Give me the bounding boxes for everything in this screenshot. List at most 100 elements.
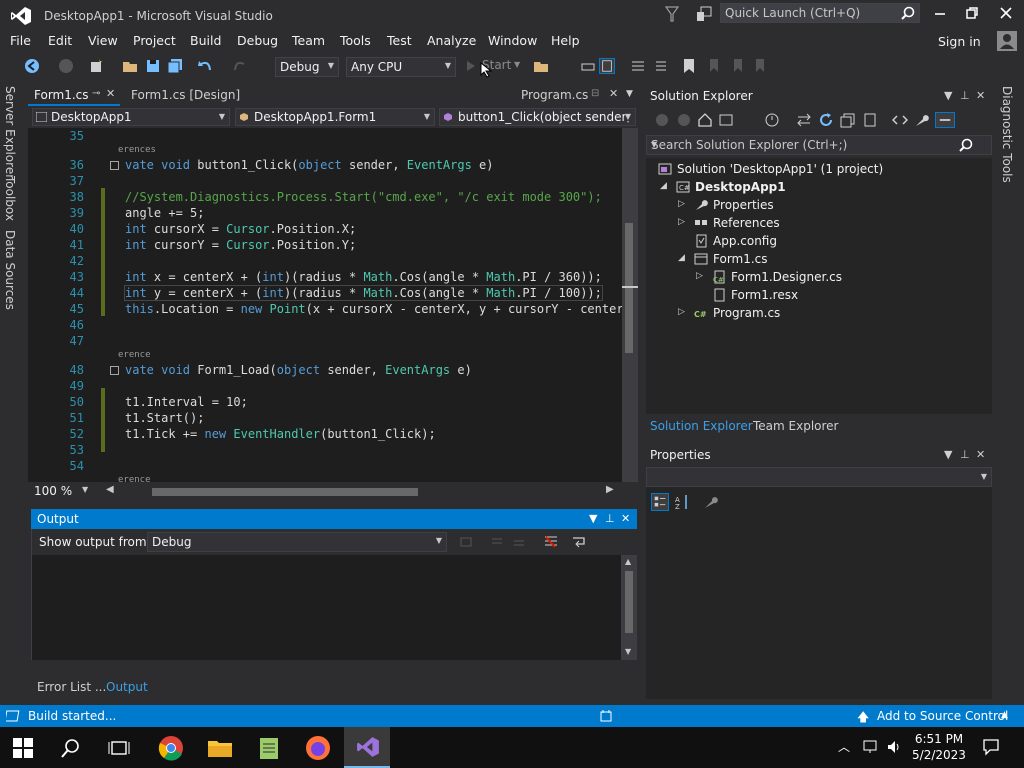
window-position-icon[interactable]: ▼ — [944, 448, 952, 461]
scroll-right-icon[interactable]: ▶ — [606, 484, 614, 495]
scroll-thumb[interactable] — [625, 571, 633, 633]
tab-list-chevron-icon[interactable]: ▼ — [626, 89, 633, 99]
switch-views-icon[interactable] — [718, 112, 734, 128]
view-code-icon[interactable] — [892, 112, 908, 128]
prev-bookmark-icon[interactable] — [706, 58, 722, 74]
menu-view[interactable]: View — [88, 33, 118, 48]
menu-build[interactable]: Build — [190, 33, 221, 48]
toolbox-tab[interactable]: Toolbox — [3, 176, 17, 221]
collapse-all-icon[interactable] — [840, 112, 856, 128]
menu-debug[interactable]: Debug — [237, 33, 278, 48]
solution-platform-dropdown[interactable]: Any CPU ▼ — [346, 57, 456, 77]
member-dropdown[interactable]: button1_Click(object sender, Ev ▼ — [439, 108, 636, 126]
find-message-icon[interactable] — [460, 535, 474, 549]
toggle-word-wrap-icon[interactable] — [571, 534, 587, 550]
previous-message-icon[interactable] — [490, 535, 504, 549]
solution-explorer-search-input[interactable]: Search Solution Explorer (Ctrl+;) ▼ — [646, 135, 992, 155]
tab-error-list[interactable]: Error List ... — [37, 680, 106, 694]
home-icon[interactable] — [697, 112, 713, 128]
project-dropdown[interactable]: DesktopApp1 ▼ — [32, 108, 230, 126]
sync-with-document-icon[interactable] — [796, 112, 812, 128]
chrome-icon[interactable] — [158, 735, 184, 761]
quick-launch-input[interactable]: Quick Launch (Ctrl+Q) — [720, 3, 920, 23]
pin-icon[interactable]: ⊸ — [92, 88, 100, 99]
pin-icon[interactable]: ⊥ — [605, 512, 615, 525]
diagnostic-tools-tab[interactable]: Diagnostic Tools — [1000, 86, 1014, 183]
window-position-icon[interactable]: ▼ — [944, 89, 952, 102]
bookmark-icon[interactable] — [681, 58, 697, 74]
task-view-icon[interactable] — [108, 737, 130, 759]
back-icon[interactable] — [654, 112, 670, 128]
sign-in-link[interactable]: Sign in — [938, 34, 981, 49]
properties-object-dropdown[interactable]: ▼ — [646, 467, 992, 487]
next-message-icon[interactable] — [512, 535, 526, 549]
undo-icon[interactable] — [197, 58, 213, 74]
network-icon[interactable] — [862, 739, 880, 755]
uncomment-lines-icon[interactable] — [652, 58, 668, 74]
pin-icon[interactable]: ⊥ — [960, 448, 970, 461]
menu-edit[interactable]: Edit — [48, 33, 72, 48]
new-project-icon[interactable] — [88, 58, 104, 74]
notification-flag-icon[interactable] — [665, 6, 679, 22]
solution-configuration-dropdown[interactable]: Debug ▼ — [275, 57, 339, 77]
menu-help[interactable]: Help — [551, 33, 580, 48]
collapse-toggle[interactable] — [110, 161, 119, 170]
visual-studio-taskbar-button[interactable] — [344, 727, 390, 768]
tab-form1-design[interactable]: Form1.cs [Design] — [125, 86, 246, 106]
window-position-icon[interactable]: ▼ — [589, 512, 597, 525]
clear-all-icon[interactable] — [543, 534, 559, 550]
forward-icon[interactable] — [676, 112, 692, 128]
save-all-icon[interactable] — [167, 58, 183, 74]
menu-team[interactable]: Team — [292, 33, 325, 48]
windows-start-icon[interactable] — [12, 737, 34, 759]
scroll-left-icon[interactable]: ◀ — [106, 484, 114, 495]
redo-icon[interactable] — [232, 58, 248, 74]
search-icon[interactable] — [60, 737, 82, 759]
close-panel-icon[interactable]: ✕ — [621, 512, 630, 525]
firefox-icon[interactable] — [305, 735, 331, 761]
close-icon[interactable] — [999, 6, 1013, 20]
minimize-icon[interactable] — [933, 6, 947, 20]
pending-changes-filter-icon[interactable] — [764, 112, 780, 128]
menu-project[interactable]: Project — [133, 33, 176, 48]
close-tab-icon[interactable]: ✕ — [106, 87, 115, 100]
notepad-icon[interactable] — [256, 735, 282, 761]
volume-icon[interactable] — [886, 739, 902, 755]
toggle-layout-icon[interactable] — [599, 58, 615, 74]
close-panel-icon[interactable]: ✕ — [976, 448, 985, 461]
step-into-icon[interactable] — [580, 58, 596, 74]
save-icon[interactable] — [145, 58, 161, 74]
server-explorer-tab[interactable]: Server Explorer — [3, 86, 17, 179]
collapse-toggle[interactable] — [110, 366, 119, 375]
menu-window[interactable]: Window — [488, 33, 537, 48]
close-panel-icon[interactable]: ✕ — [976, 89, 985, 102]
navigate-back-icon[interactable] — [24, 58, 40, 74]
tab-output[interactable]: Output — [106, 680, 148, 694]
alphabetical-icon[interactable]: AZ — [674, 493, 692, 511]
tab-form1-cs[interactable]: Form1.cs ⊸ ✕ — [28, 86, 120, 106]
zoom-level[interactable]: 100 % — [34, 484, 72, 498]
menu-analyze[interactable]: Analyze — [427, 33, 476, 48]
keep-open-icon[interactable]: ⊟ — [591, 88, 599, 99]
class-dropdown[interactable]: DesktopApp1.Form1 ▼ — [235, 108, 435, 126]
output-source-dropdown[interactable]: Debug ▼ — [147, 532, 447, 552]
menu-tools[interactable]: Tools — [340, 33, 371, 48]
feedback-icon[interactable] — [696, 6, 712, 22]
menu-file[interactable]: File — [10, 33, 31, 48]
tab-solution-explorer[interactable]: Solution Explorer — [650, 419, 753, 433]
navigate-forward-icon[interactable] — [58, 58, 74, 74]
zoom-chevron-icon[interactable]: ▼ — [82, 485, 88, 494]
pin-icon[interactable]: ⊥ — [960, 89, 970, 102]
menu-test[interactable]: Test — [387, 33, 412, 48]
properties-wrench-icon[interactable] — [914, 112, 930, 128]
codelens-references[interactable]: erence — [118, 475, 151, 482]
preview-selected-items-icon[interactable] — [935, 112, 955, 128]
codelens-references[interactable]: erence — [118, 350, 151, 360]
show-hidden-icons-chevron-icon[interactable]: ︿ — [838, 738, 850, 755]
account-avatar[interactable] — [997, 31, 1017, 51]
property-pages-wrench-icon[interactable] — [702, 493, 720, 511]
system-clock[interactable]: 6:51 PM 5/2/2023 — [910, 731, 968, 763]
search-options-chevron-icon[interactable]: ▼ — [651, 140, 987, 149]
tab-program-cs-preview[interactable]: Program.cs ⊟ ✕ — [515, 86, 618, 106]
editor-vertical-scrollbar[interactable] — [622, 128, 638, 482]
